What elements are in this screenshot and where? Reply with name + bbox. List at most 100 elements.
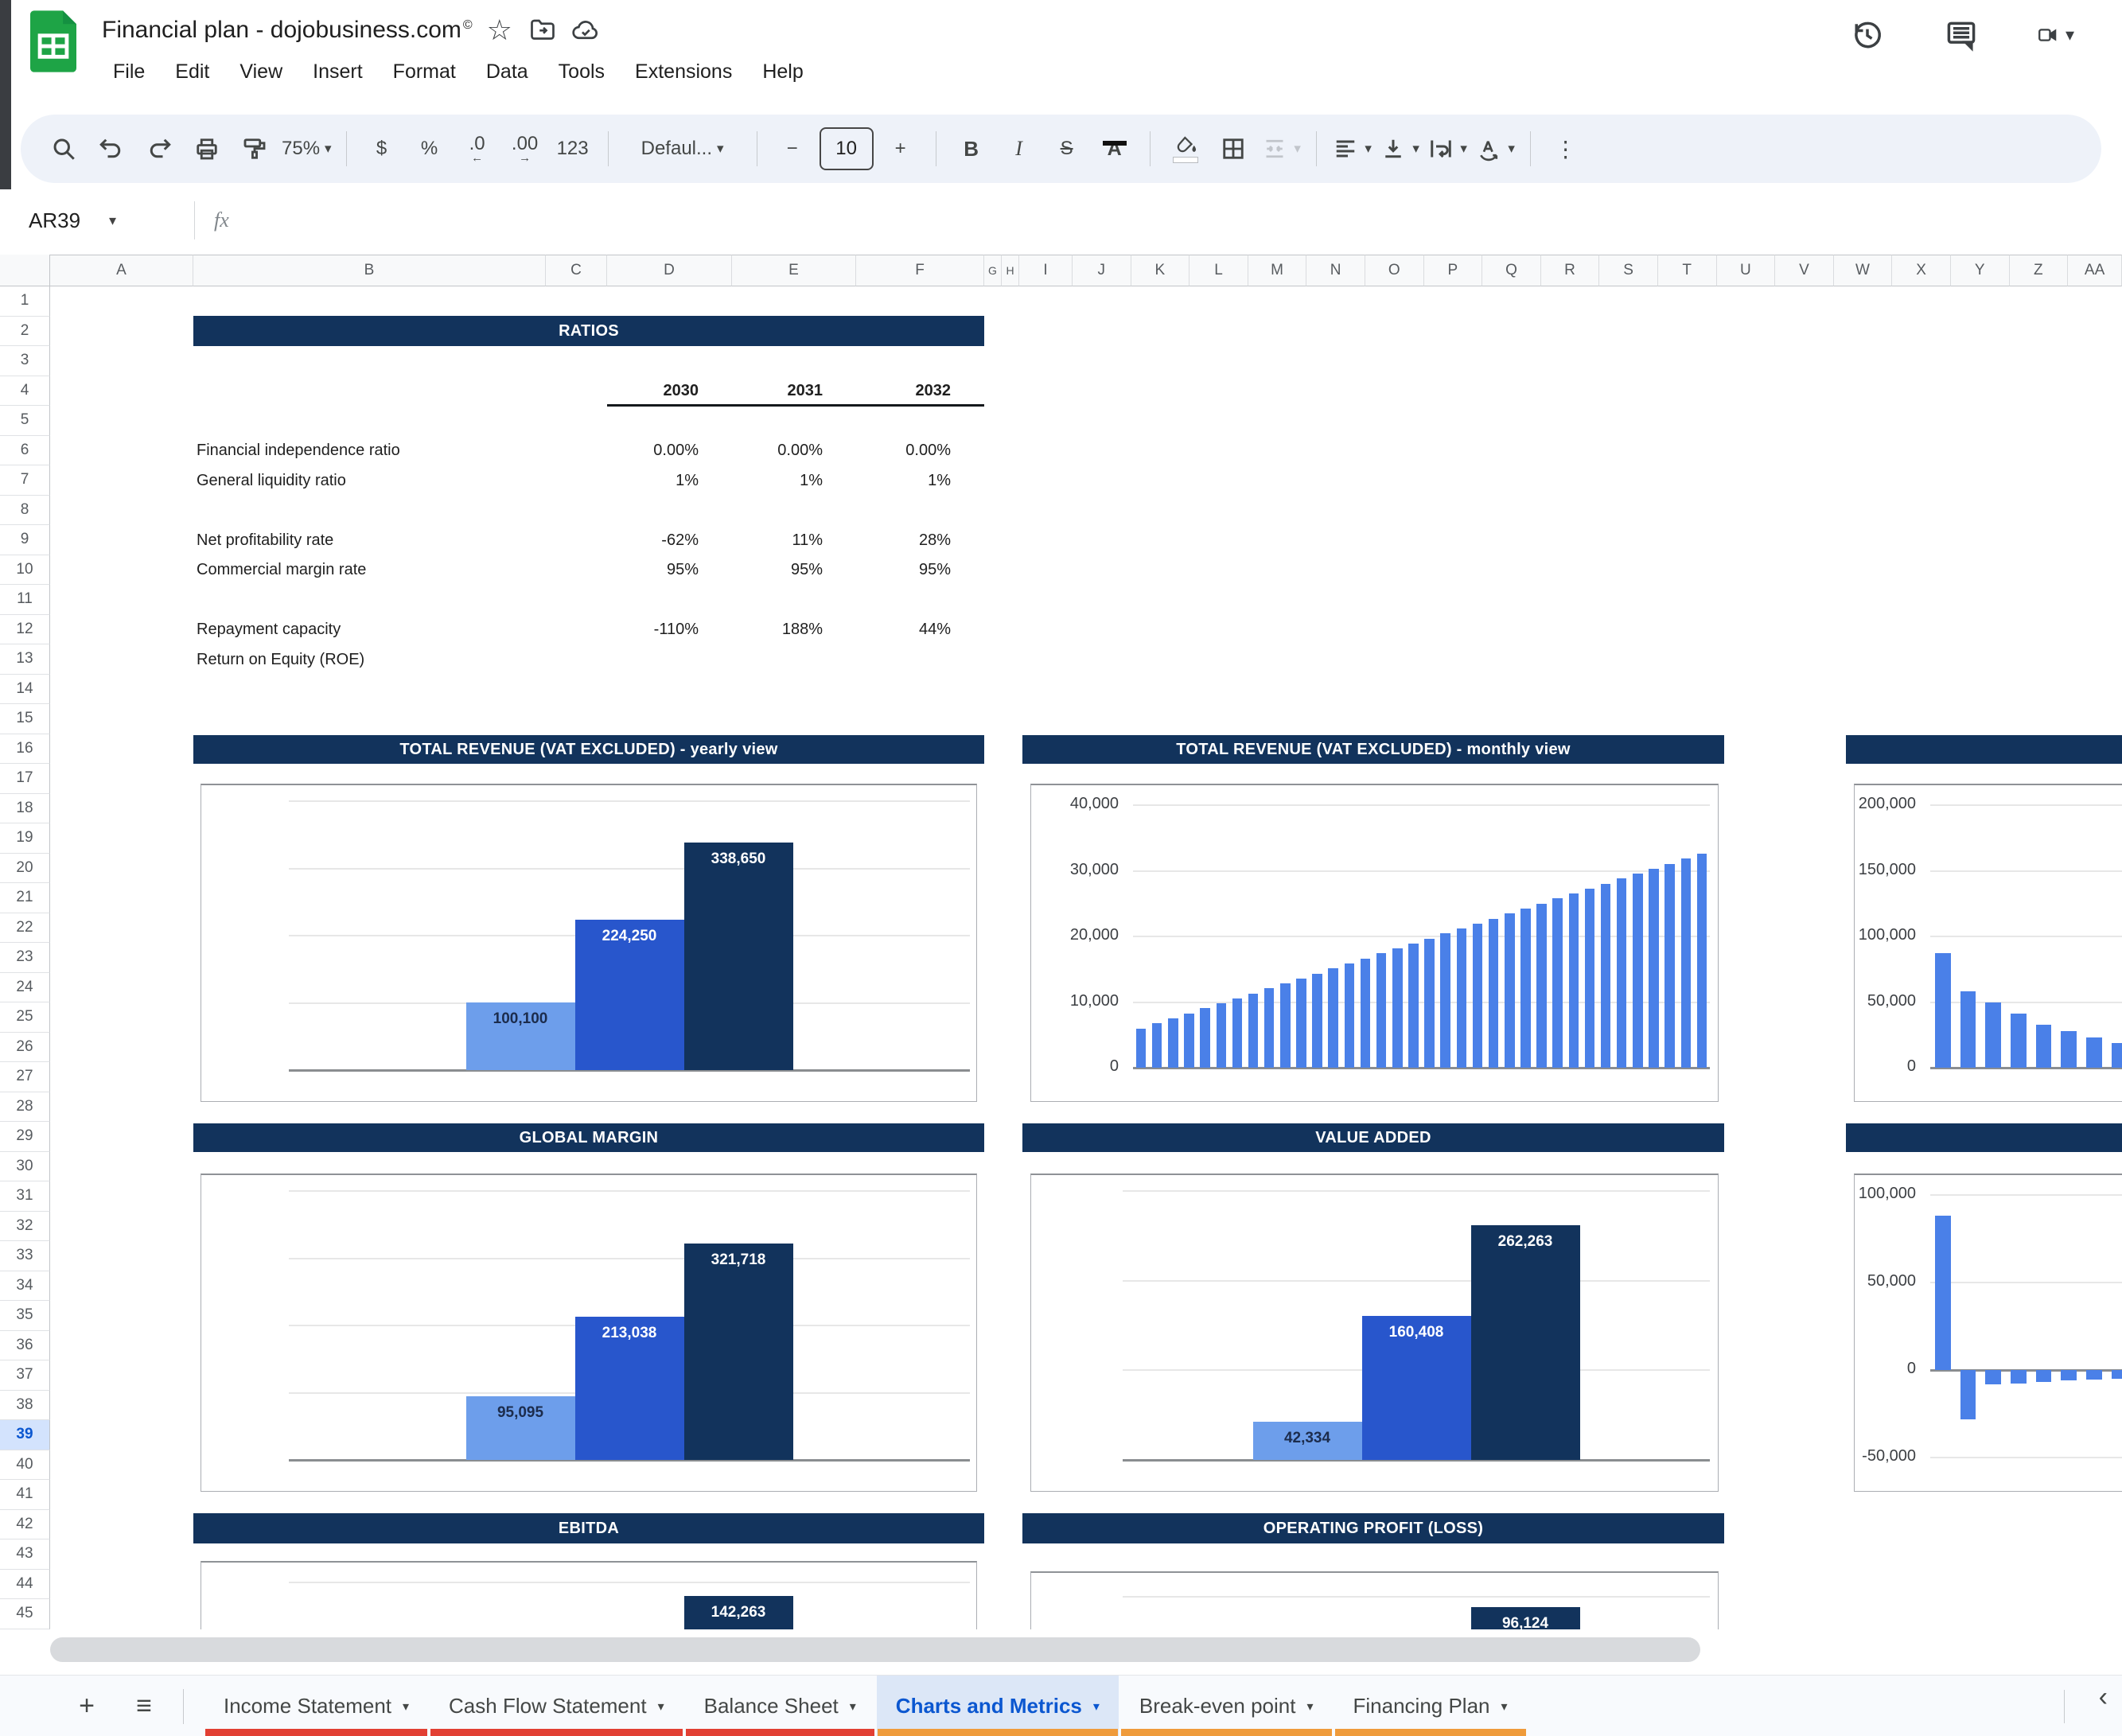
column-header-I[interactable]: I: [1019, 255, 1073, 286]
row-header-24[interactable]: 24: [0, 973, 50, 1003]
move-folder-icon[interactable]: [527, 14, 559, 46]
row-header-37[interactable]: 37: [0, 1360, 50, 1391]
text-color-button[interactable]: A: [1094, 126, 1135, 172]
row-header-34[interactable]: 34: [0, 1271, 50, 1302]
star-icon[interactable]: ☆: [484, 14, 516, 46]
increase-font-size-button[interactable]: +: [880, 126, 921, 172]
column-header-J[interactable]: J: [1073, 255, 1131, 286]
cloud-saved-icon[interactable]: [570, 14, 602, 46]
column-header-X[interactable]: X: [1892, 255, 1951, 286]
row-header-38[interactable]: 38: [0, 1391, 50, 1421]
column-header-L[interactable]: L: [1189, 255, 1248, 286]
decrease-decimals-button[interactable]: .0←: [457, 126, 498, 172]
column-header-E[interactable]: E: [732, 255, 856, 286]
row-header-1[interactable]: 1: [0, 286, 50, 317]
paint-format-icon[interactable]: [234, 126, 275, 172]
row-header-44[interactable]: 44: [0, 1570, 50, 1600]
select-all-corner[interactable]: [0, 255, 50, 286]
chart-truncated-middle[interactable]: -50,000050,000100,000: [1854, 1174, 2122, 1492]
scroll-tabs-left-icon[interactable]: ‹: [2099, 1682, 2108, 1713]
column-header-G[interactable]: G: [984, 255, 1002, 286]
row-header-32[interactable]: 32: [0, 1212, 50, 1242]
column-header-Z[interactable]: Z: [2010, 255, 2069, 286]
zoom-select[interactable]: 75%▾: [282, 126, 332, 172]
chevron-down-icon[interactable]: ▾: [1501, 1699, 1508, 1715]
row-header-3[interactable]: 3: [0, 346, 50, 376]
column-header-V[interactable]: V: [1775, 255, 1834, 286]
row-header-43[interactable]: 43: [0, 1539, 50, 1570]
sheet-tab-income-statement[interactable]: Income Statement▾: [204, 1676, 428, 1736]
row-header-30[interactable]: 30: [0, 1152, 50, 1182]
redo-icon[interactable]: [138, 126, 180, 172]
column-header-M[interactable]: M: [1248, 255, 1307, 286]
row-header-23[interactable]: 23: [0, 943, 50, 973]
chart-revenue-yearly[interactable]: 100,100224,250338,650: [201, 784, 977, 1102]
column-header-K[interactable]: K: [1131, 255, 1190, 286]
column-header-T[interactable]: T: [1658, 255, 1717, 286]
row-header-27[interactable]: 27: [0, 1062, 50, 1092]
print-icon[interactable]: [186, 126, 228, 172]
row-header-39[interactable]: 39: [0, 1420, 50, 1450]
row-header-33[interactable]: 33: [0, 1241, 50, 1271]
fill-color-button[interactable]: [1165, 126, 1206, 172]
row-header-2[interactable]: 2: [0, 317, 50, 347]
row-header-22[interactable]: 22: [0, 913, 50, 944]
format-percent-button[interactable]: %: [409, 126, 450, 172]
sheet-tab-cash-flow-statement[interactable]: Cash Flow Statement▾: [430, 1676, 683, 1736]
row-header-40[interactable]: 40: [0, 1450, 50, 1481]
row-header-16[interactable]: 16: [0, 734, 50, 765]
meet-caret-icon[interactable]: ▾: [2066, 25, 2074, 45]
column-header-AA[interactable]: AA: [2068, 255, 2122, 286]
format-currency-button[interactable]: $: [361, 126, 403, 172]
column-header-O[interactable]: O: [1365, 255, 1424, 286]
column-header-P[interactable]: P: [1424, 255, 1483, 286]
menu-file[interactable]: File: [102, 57, 156, 87]
chart-global-margin[interactable]: 95,095213,038321,718: [201, 1174, 977, 1492]
column-header-W[interactable]: W: [1834, 255, 1893, 286]
row-header-29[interactable]: 29: [0, 1122, 50, 1152]
chart-revenue-monthly[interactable]: 010,00020,00030,00040,000: [1030, 784, 1719, 1102]
column-header-D[interactable]: D: [607, 255, 732, 286]
vertical-align-icon[interactable]: ▾: [1379, 126, 1420, 172]
row-header-20[interactable]: 20: [0, 854, 50, 884]
menu-tools[interactable]: Tools: [547, 57, 616, 87]
row-header-26[interactable]: 26: [0, 1033, 50, 1063]
sheet-tab-financing-plan[interactable]: Financing Plan▾: [1334, 1676, 1527, 1736]
menu-edit[interactable]: Edit: [164, 57, 220, 87]
row-header-28[interactable]: 28: [0, 1092, 50, 1123]
row-header-8[interactable]: 8: [0, 496, 50, 526]
row-header-21[interactable]: 21: [0, 883, 50, 913]
chevron-down-icon[interactable]: ▾: [109, 212, 116, 229]
chevron-down-icon[interactable]: ▾: [403, 1699, 409, 1715]
sheet-tab-charts-and-metrics[interactable]: Charts and Metrics▾: [877, 1676, 1119, 1736]
row-header-31[interactable]: 31: [0, 1181, 50, 1212]
column-header-C[interactable]: C: [546, 255, 607, 286]
borders-icon[interactable]: [1213, 126, 1254, 172]
name-box[interactable]: AR39▾: [11, 208, 188, 233]
row-header-12[interactable]: 12: [0, 615, 50, 645]
row-header-4[interactable]: 4: [0, 376, 50, 407]
add-sheet-button[interactable]: +: [68, 1688, 105, 1725]
chevron-down-icon[interactable]: ▾: [1093, 1699, 1100, 1715]
row-header-13[interactable]: 13: [0, 644, 50, 675]
sheet-tab-break-even-point[interactable]: Break-even point▾: [1120, 1676, 1333, 1736]
column-header-A[interactable]: A: [50, 255, 193, 286]
row-header-45[interactable]: 45: [0, 1599, 50, 1629]
comments-icon[interactable]: [1942, 16, 1980, 54]
font-select[interactable]: Defaul...▾: [623, 126, 742, 172]
column-header-B[interactable]: B: [193, 255, 546, 286]
undo-icon[interactable]: [91, 126, 132, 172]
increase-decimals-button[interactable]: .00→: [504, 126, 546, 172]
menu-view[interactable]: View: [228, 57, 294, 87]
more-options-icon[interactable]: ⋮: [1545, 126, 1587, 172]
menu-format[interactable]: Format: [382, 57, 467, 87]
row-header-25[interactable]: 25: [0, 1002, 50, 1033]
meet-video-icon[interactable]: ▾: [2036, 16, 2074, 54]
strikethrough-button[interactable]: S: [1046, 126, 1088, 172]
decrease-font-size-button[interactable]: −: [772, 126, 813, 172]
horizontal-align-icon[interactable]: ▾: [1331, 126, 1372, 172]
text-rotation-icon[interactable]: ▾: [1474, 126, 1516, 172]
row-header-9[interactable]: 9: [0, 525, 50, 555]
menu-extensions[interactable]: Extensions: [624, 57, 743, 87]
chevron-down-icon[interactable]: ▾: [1306, 1699, 1313, 1715]
